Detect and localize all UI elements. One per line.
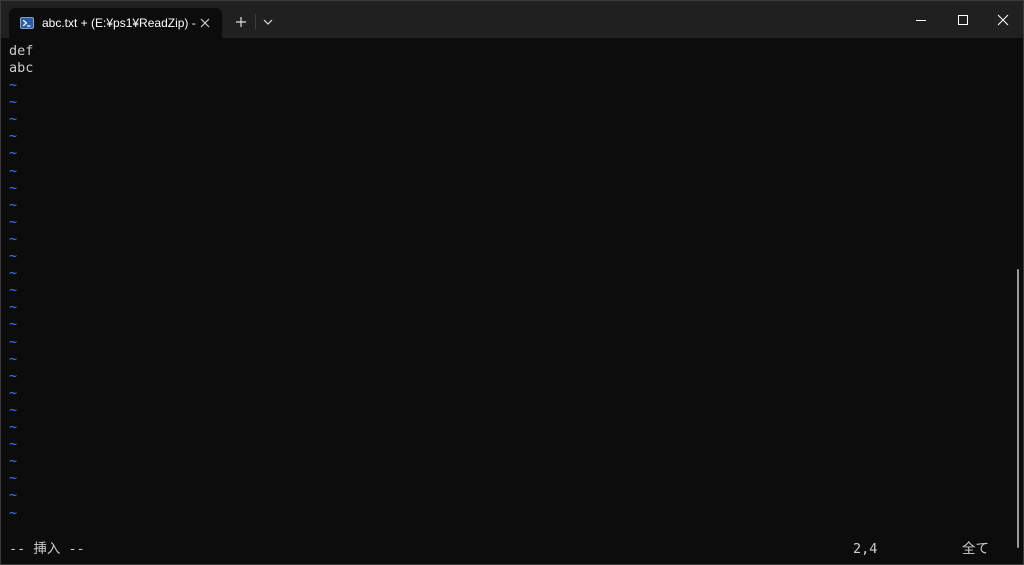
empty-line-marker: ~ — [9, 145, 18, 162]
empty-line-marker: ~ — [9, 453, 18, 470]
empty-line-marker: ~ — [9, 401, 18, 418]
empty-line-marker: ~ — [9, 213, 18, 230]
empty-line-marker: ~ — [9, 367, 18, 384]
close-icon — [997, 14, 1009, 26]
scrollbar[interactable] — [1015, 38, 1023, 564]
empty-line-marker: ~ — [9, 419, 18, 435]
empty-line-marker: ~ — [9, 316, 18, 333]
minimize-button[interactable] — [899, 1, 943, 38]
empty-line-marker: ~ — [9, 504, 18, 521]
plus-icon[interactable] — [230, 11, 252, 33]
empty-line-marker: ~ — [9, 436, 18, 453]
terminal-window: abc.txt + (E:¥ps1¥ReadZip) - V def abc ~… — [0, 0, 1024, 565]
empty-line-marker: ~ — [9, 384, 18, 401]
empty-line-marker: ~ — [9, 248, 18, 264]
empty-line-marker: ~ — [9, 299, 18, 316]
close-tab-icon[interactable] — [198, 16, 212, 30]
scrollbar-thumb[interactable] — [1017, 269, 1019, 549]
empty-line-marker: ~ — [9, 111, 18, 128]
scroll-indicator: 全て — [962, 541, 989, 557]
empty-line-marker: ~ — [9, 128, 18, 145]
cursor-position: 2,4 — [853, 541, 878, 557]
chevron-down-icon[interactable] — [258, 11, 278, 33]
minimize-icon — [916, 20, 926, 21]
empty-line-marker: ~ — [9, 470, 18, 487]
buffer-line: def — [9, 43, 34, 59]
empty-line-marker: ~ — [9, 487, 18, 504]
terminal-pane[interactable]: def abc ~ ~ ~ ~ ~ ~ ~ ~ ~ ~ ~ ~ ~ ~ ~ ~ ~ ~ ~ ~ ~ ~ ~ ~ ~ ~ -- 挿入… — [1, 38, 1014, 564]
maximize-button[interactable] — [941, 1, 985, 38]
empty-line-marker: ~ — [9, 196, 18, 213]
buffer-line: abc — [9, 60, 34, 76]
powershell-icon — [20, 17, 34, 29]
empty-line-marker: ~ — [9, 179, 18, 196]
empty-line-marker: ~ — [9, 230, 18, 247]
maximize-icon — [958, 15, 968, 25]
empty-line-marker: ~ — [9, 333, 18, 350]
title-bar[interactable]: abc.txt + (E:¥ps1¥ReadZip) - V — [1, 1, 1023, 38]
empty-line-marker: ~ — [9, 77, 18, 93]
empty-line-marker: ~ — [9, 162, 18, 179]
empty-line-marker: ~ — [9, 265, 18, 282]
empty-line-marker: ~ — [9, 94, 18, 111]
tab-title: abc.txt + (E:¥ps1¥ReadZip) - V — [42, 16, 197, 30]
close-window-button[interactable] — [981, 1, 1023, 38]
active-tab[interactable]: abc.txt + (E:¥ps1¥ReadZip) - V — [9, 8, 222, 38]
tab-separator — [255, 14, 256, 30]
empty-line-marker: ~ — [9, 350, 18, 367]
mode-indicator: -- 挿入 -- — [9, 541, 85, 557]
empty-line-marker: ~ — [9, 282, 18, 299]
